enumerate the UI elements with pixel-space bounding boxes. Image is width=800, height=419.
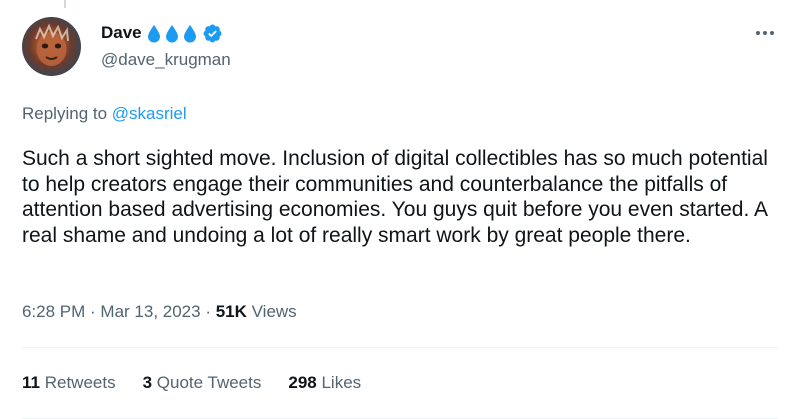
retweets-label: Retweets [39, 373, 116, 392]
retweets-count: 11 [22, 373, 40, 392]
author-name-row: Dave [101, 21, 223, 45]
author-badges [147, 23, 223, 44]
author-display-name[interactable]: Dave [101, 23, 142, 43]
likes-label: Likes [316, 373, 362, 392]
water-drop-icon [147, 24, 160, 42]
tweet-date[interactable]: Mar 13, 2023 [100, 302, 200, 322]
likes-stat[interactable]: 298 Likes [288, 373, 361, 393]
tweet-meta: 6:28 PM · Mar 13, 2023 · 51K Views [22, 302, 297, 322]
avatar[interactable] [22, 17, 81, 76]
views-label[interactable]: Views [247, 302, 297, 322]
quote-tweets-label: Quote Tweets [152, 373, 262, 392]
author-handle[interactable]: @dave_krugman [101, 50, 231, 70]
views-count[interactable]: 51K [216, 302, 247, 322]
thread-connector-line [64, 0, 66, 8]
replying-to-line: Replying to @skasriel [22, 104, 187, 124]
quote-tweets-count: 3 [142, 373, 153, 392]
meta-separator: · [85, 302, 101, 321]
verified-badge-icon[interactable] [202, 23, 223, 44]
likes-count: 298 [288, 373, 317, 392]
engagement-stats: 11 Retweets 3 Quote Tweets 298 Likes [22, 373, 388, 393]
retweets-stat[interactable]: 11 Retweets [22, 373, 116, 393]
more-options-icon[interactable] [753, 25, 777, 41]
meta-separator: · [200, 302, 216, 321]
tweet-time[interactable]: 6:28 PM [22, 302, 85, 322]
water-drop-icon [165, 24, 178, 42]
tweet-text: Such a short sighted move. Inclusion of … [22, 147, 768, 247]
replying-to-prefix: Replying to [22, 104, 112, 123]
reply-to-handle-link[interactable]: @skasriel [112, 104, 187, 123]
divider [22, 347, 778, 348]
water-drop-icon [183, 24, 196, 42]
quote-tweets-stat[interactable]: 3 Quote Tweets [143, 373, 262, 393]
